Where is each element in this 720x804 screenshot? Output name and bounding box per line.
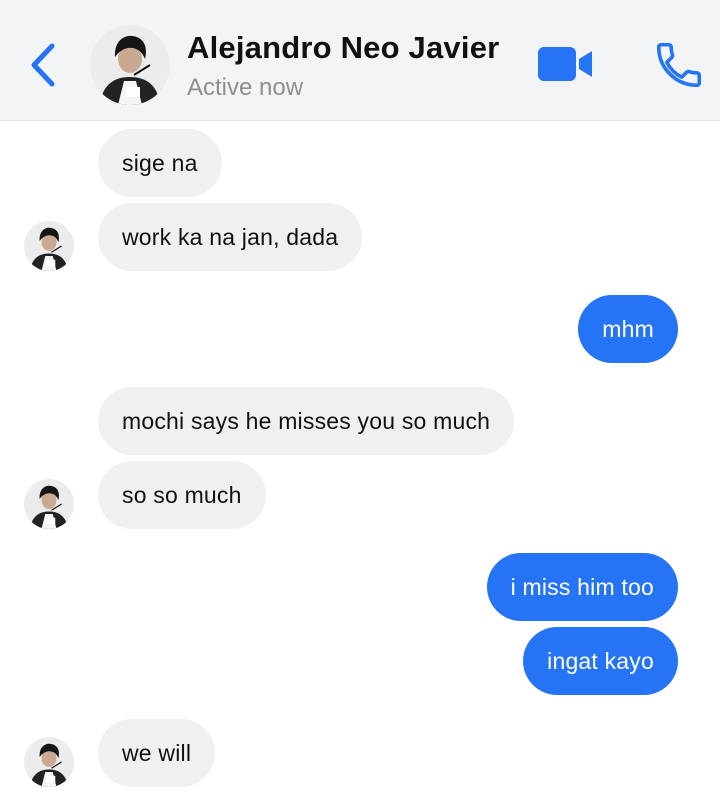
- sender-avatar[interactable]: [24, 479, 74, 529]
- video-camera-icon: [538, 47, 592, 81]
- back-button[interactable]: [22, 40, 66, 90]
- chevron-left-icon: [31, 43, 55, 87]
- contact-avatar[interactable]: [90, 25, 170, 105]
- message-bubble-incoming[interactable]: mochi says he misses you so much: [98, 387, 515, 455]
- message-bubble-incoming[interactable]: work ka na jan, dada: [98, 203, 363, 271]
- message-bubble-outgoing[interactable]: ingat kayo: [523, 627, 678, 695]
- chat-header: Alejandro Neo Javier Active now: [0, 0, 720, 121]
- sender-avatar[interactable]: [24, 221, 74, 271]
- contact-name[interactable]: Alejandro Neo Javier: [187, 30, 499, 66]
- sender-avatar[interactable]: [24, 737, 74, 787]
- active-status: Active now: [187, 74, 304, 101]
- video-call-button[interactable]: [536, 44, 594, 84]
- voice-call-button[interactable]: [652, 38, 706, 92]
- phone-icon: [656, 42, 702, 88]
- message-bubble-incoming[interactable]: sige na: [98, 129, 222, 197]
- message-bubble-outgoing[interactable]: i miss him too: [486, 553, 678, 621]
- message-bubble-incoming[interactable]: so so much: [98, 461, 266, 529]
- message-bubble-incoming[interactable]: we will: [98, 719, 216, 787]
- message-bubble-outgoing[interactable]: mhm: [578, 295, 678, 363]
